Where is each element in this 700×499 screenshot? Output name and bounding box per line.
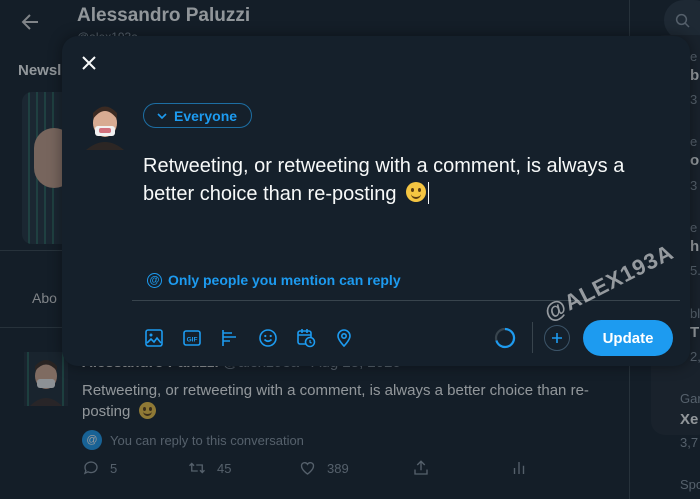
face-thumbnail [34,128,62,188]
tweet-text-content: Retweeting, or retweeting with a comment… [82,382,589,420]
close-icon [82,56,96,70]
trend-fragment: 3,7 [680,435,699,450]
like-button[interactable]: 389 [298,459,349,477]
share-button[interactable] [412,459,430,477]
svg-text:GIF: GIF [187,337,198,344]
trend-fragment: h [690,238,700,255]
analytics-icon [513,462,525,474]
trend-fragment: Xe [680,411,699,428]
trend-fragment: b [690,67,700,84]
reply-restriction-note: @ You can reply to this conversation [82,430,304,450]
trend-fragment: o [690,152,700,169]
retweet-button[interactable]: 45 [187,459,231,477]
gif-icon[interactable]: GIF [180,326,204,350]
add-tweet-button[interactable] [544,325,570,351]
retweet-icon [189,462,205,474]
trend-fragment: T [690,324,700,341]
audience-label: Everyone [174,107,238,124]
reply-icon [83,461,98,475]
image-icon[interactable] [142,326,166,350]
reply-setting-button[interactable]: @ Only people you mention can reply [147,272,401,288]
audience-selector[interactable]: Everyone [143,103,253,128]
heart-icon [300,462,315,475]
close-button[interactable] [76,50,102,76]
update-button[interactable]: Update [583,320,673,356]
plus-icon [552,333,562,343]
character-count-ring-icon [493,326,517,350]
search-icon [675,13,690,28]
newsletter-heading: Newsl [18,62,62,79]
edit-tweet-dialog: Everyone Retweeting, or retweeting with … [62,36,690,366]
trend-fragment: Gar [680,391,700,406]
trend-fragment: bl [690,306,700,321]
reply-note-text: You can reply to this conversation [110,432,304,448]
media-card[interactable] [22,92,62,244]
compose-textarea[interactable]: Retweeting, or retweeting with a comment… [143,152,663,208]
trend-fragment: Spo [680,477,700,492]
reply-setting-label: Only people you mention can reply [168,272,401,288]
reply-button[interactable]: 5 [82,459,117,477]
divider [532,322,533,353]
trend-fragment: e [690,220,698,235]
trend-fragment: e [690,134,698,149]
compose-text-content: Retweeting, or retweeting with a comment… [143,155,625,205]
avatar[interactable] [24,352,68,406]
share-icon [414,460,428,475]
trend-fragment: 3 [690,178,698,193]
trend-fragment: 3 [690,92,698,107]
poll-icon[interactable] [218,326,242,350]
smiley-emoji-icon [406,182,427,202]
retweet-count: 45 [217,460,232,476]
about-label: Abo [32,290,57,306]
schedule-icon[interactable] [294,326,318,350]
reply-count: 5 [110,460,118,476]
emoji-icon[interactable] [256,326,280,350]
trend-fragment: 2,1 [690,349,700,364]
search-box[interactable] [664,0,700,40]
trend-fragment: 5. [690,263,700,278]
chevron-down-icon [157,112,167,119]
profile-name: Alessandro Paluzzi [77,5,251,26]
at-sign-icon: @ [82,430,102,450]
location-icon[interactable] [332,326,356,350]
analytics-button[interactable] [510,459,528,477]
trend-fragment: e [690,49,698,64]
like-count: 389 [327,460,349,476]
text-cursor [428,182,430,204]
tweet-text: Retweeting, or retweeting with a comment… [82,380,612,422]
back-arrow-icon[interactable] [18,10,42,34]
composer-avatar[interactable] [82,100,128,150]
smiley-emoji-icon [138,402,156,419]
at-sign-icon: @ [147,272,162,288]
